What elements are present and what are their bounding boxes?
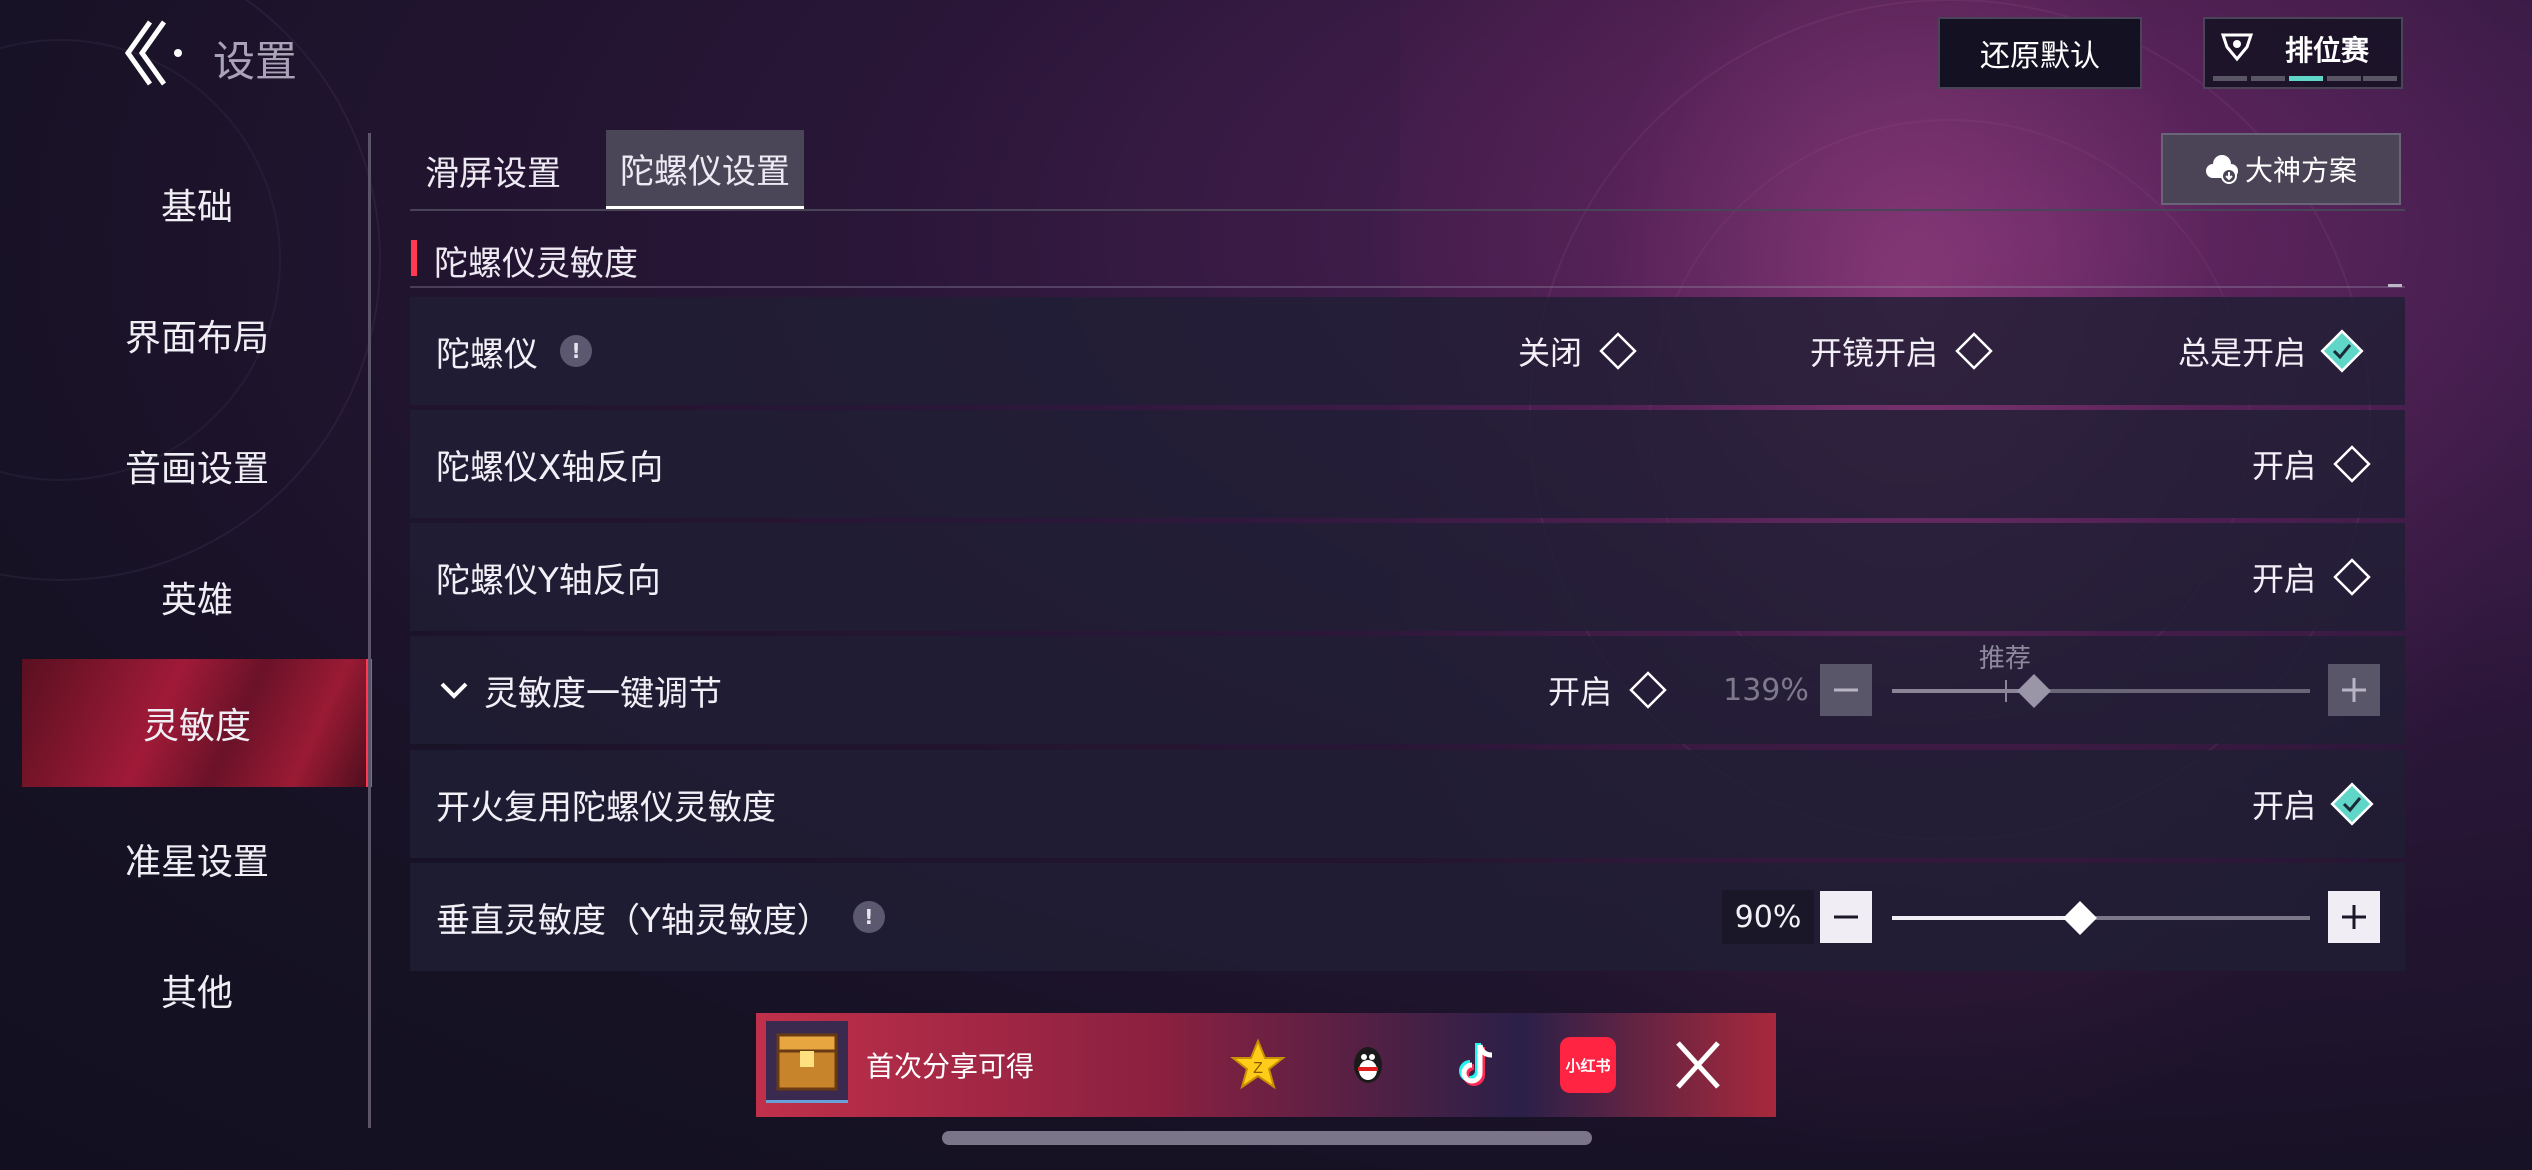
pro-presets-button[interactable]: 大神方案 [2161, 133, 2401, 205]
setting-label-text: 灵敏度一键调节 [484, 673, 722, 714]
slider-fill [1892, 689, 2035, 693]
qzone-icon[interactable]: Z [1230, 1037, 1286, 1093]
chevron-down-icon [440, 682, 468, 699]
setting-row-x-invert: 陀螺仪X轴反向 开启 [410, 410, 2405, 518]
fire-reuse-toggle[interactable]: 开启 [2252, 750, 2374, 858]
recommend-tick [2004, 680, 2007, 702]
section-title: 陀螺仪灵敏度 [434, 244, 638, 284]
diamond-radio-icon [2333, 558, 2371, 596]
svg-text:Z: Z [1253, 1060, 1263, 1077]
sidebar-item-layout[interactable]: 界面布局 [22, 271, 372, 399]
share-banner[interactable]: 首次分享可得 Z 小红书 [756, 1013, 1776, 1117]
rank-progress-segment [2213, 76, 2247, 81]
rank-progress-segment [2327, 76, 2361, 81]
qq-icon[interactable] [1340, 1037, 1396, 1093]
option-label: 开镜开启 [1810, 334, 1939, 372]
quick-adjust-toggle[interactable]: 开启 [1548, 636, 1670, 744]
diamond-radio-icon [1629, 671, 1667, 709]
rank-progress-segment [2251, 76, 2285, 81]
slider-knob[interactable] [2017, 674, 2052, 708]
gyro-option-off[interactable]: 关闭 [1518, 297, 1640, 405]
setting-label-text: 陀螺仪 [436, 334, 538, 375]
setting-row-quick-adjust: 灵敏度一键调节 开启 139% 推荐 [410, 636, 2405, 744]
decrease-button[interactable] [1820, 664, 1872, 716]
gyro-option-always[interactable]: 总是开启 [2178, 297, 2364, 405]
ranked-emblem-icon [2220, 33, 2254, 62]
recommend-label: 推荐 [1978, 644, 2031, 674]
diamond-radio-checked-icon [2330, 782, 2374, 826]
sidebar-divider [368, 133, 371, 1128]
minus-icon [1834, 915, 1858, 919]
slider-fill [1892, 916, 2081, 920]
slider-knob[interactable] [2063, 901, 2098, 935]
option-label: 关闭 [1518, 334, 1583, 372]
tiktok-icon[interactable] [1450, 1037, 1506, 1093]
diamond-radio-icon [2333, 445, 2371, 483]
option-label: 开启 [2252, 560, 2317, 598]
info-icon[interactable]: ! [852, 901, 885, 933]
page-title: 设置 [213, 37, 298, 86]
setting-label: 垂直灵敏度（Y轴灵敏度） ! [436, 863, 885, 971]
info-icon[interactable]: ! [560, 335, 592, 367]
setting-label: 陀螺仪Y轴反向 [436, 560, 661, 601]
option-label: 总是开启 [2178, 334, 2307, 372]
section-divider-tick [2388, 284, 2402, 287]
rank-progress-segment-active [2289, 76, 2323, 81]
setting-row-gyro: 陀螺仪 ! 关闭 开镜开启 总是开启 [410, 297, 2405, 405]
ranked-mode-label: 排位赛 [2285, 34, 2370, 67]
sidebar-item-audio-video[interactable]: 音画设置 [22, 402, 372, 530]
section-accent-bar [411, 240, 417, 276]
rank-progress-segment [2363, 76, 2397, 81]
reward-chest-icon [766, 1021, 848, 1103]
setting-row-vertical: 垂直灵敏度（Y轴灵敏度） ! 90% [410, 863, 2405, 971]
ranked-mode-badge[interactable]: 排位赛 [2203, 17, 2403, 89]
cloud-download-icon [2205, 155, 2238, 184]
option-label: 开启 [2252, 787, 2317, 825]
plus-icon [2342, 905, 2366, 929]
option-label: 开启 [2252, 447, 2317, 485]
xiaohongshu-icon[interactable]: 小红书 [1560, 1037, 1616, 1093]
tab-underline [410, 209, 2405, 211]
back-chevron-icon [124, 20, 182, 86]
quick-adjust-value: 139% [1723, 672, 1809, 708]
setting-label: 陀螺仪X轴反向 [436, 447, 664, 488]
setting-row-y-invert: 陀螺仪Y轴反向 开启 [410, 523, 2405, 631]
sidebar-item-sensitivity[interactable]: 灵敏度 [22, 659, 372, 787]
x-icon[interactable] [1670, 1037, 1726, 1093]
gyro-option-scope[interactable]: 开镜开启 [1810, 297, 1996, 405]
section-divider [410, 286, 2405, 288]
plus-icon [2342, 678, 2366, 702]
minus-icon [1834, 688, 1858, 692]
option-label: 开启 [1548, 673, 1613, 711]
sidebar-item-other[interactable]: 其他 [22, 926, 372, 1054]
reset-defaults-button[interactable]: 还原默认 [1938, 17, 2142, 89]
increase-button[interactable] [2328, 664, 2380, 716]
share-reward-label: 首次分享可得 [866, 1050, 1035, 1083]
sidebar-item-basic[interactable]: 基础 [22, 140, 372, 268]
sidebar-item-crosshair[interactable]: 准星设置 [22, 795, 372, 923]
tab-gyro-settings[interactable]: 陀螺仪设置 [606, 130, 804, 210]
setting-label: 陀螺仪 ! [436, 297, 592, 405]
y-invert-toggle[interactable]: 开启 [2252, 523, 2374, 631]
back-button[interactable] [120, 18, 190, 88]
setting-label[interactable]: 灵敏度一键调节 [436, 636, 722, 744]
home-indicator[interactable] [942, 1131, 1592, 1145]
setting-label-text: 垂直灵敏度（Y轴灵敏度） [436, 900, 831, 941]
pro-presets-label: 大神方案 [2244, 154, 2357, 187]
vertical-value: 90% [1722, 890, 1814, 944]
tab-swipe-settings[interactable]: 滑屏设置 [410, 130, 576, 210]
setting-label: 开火复用陀螺仪灵敏度 [436, 787, 776, 828]
decrease-button[interactable] [1820, 891, 1872, 943]
increase-button[interactable] [2328, 891, 2380, 943]
diamond-radio-icon [1599, 332, 1637, 370]
x-invert-toggle[interactable]: 开启 [2252, 410, 2374, 518]
diamond-radio-checked-icon [2320, 329, 2364, 373]
setting-row-fire-reuse: 开火复用陀螺仪灵敏度 开启 [410, 750, 2405, 858]
sidebar-item-heroes[interactable]: 英雄 [22, 533, 372, 661]
diamond-radio-icon [1955, 332, 1993, 370]
